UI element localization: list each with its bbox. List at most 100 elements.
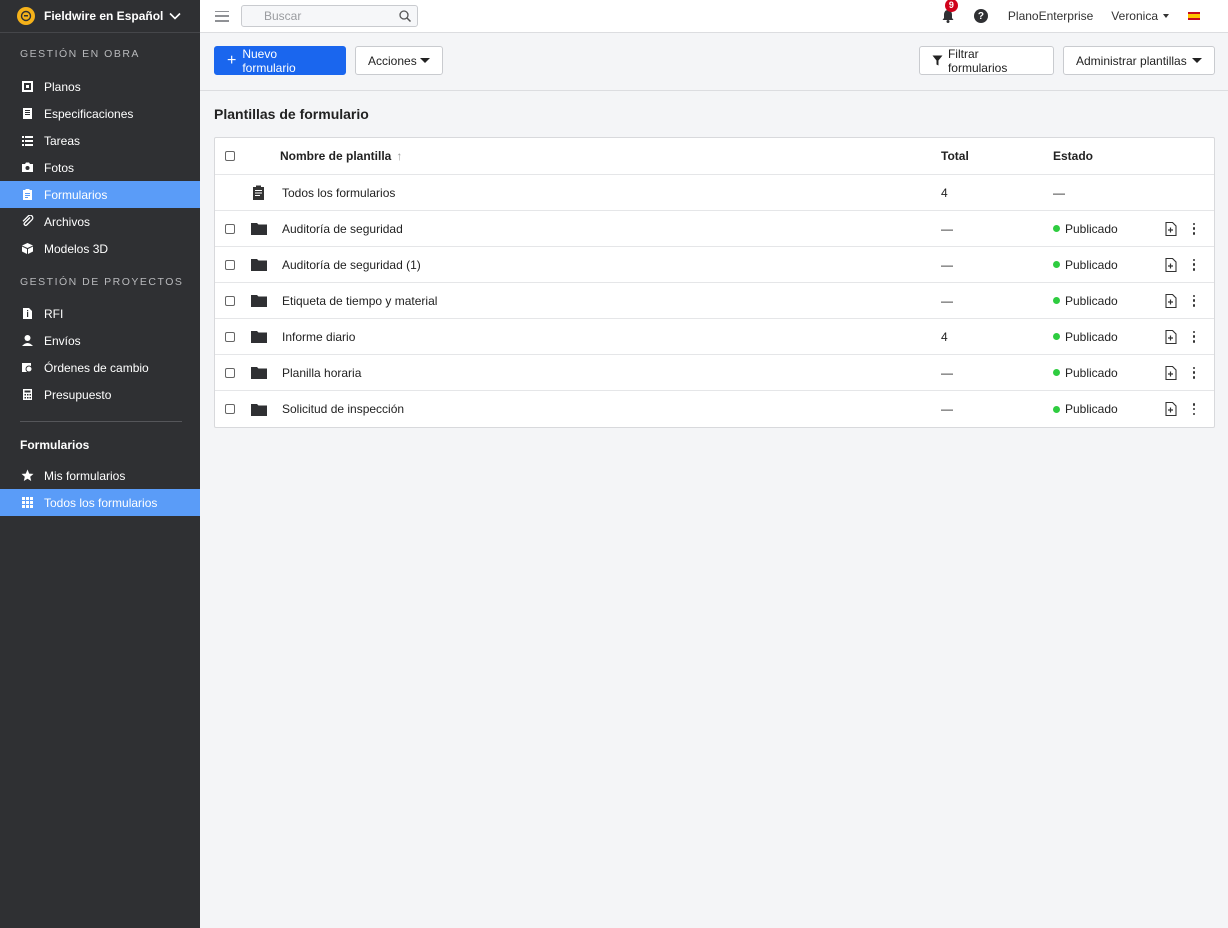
hamburger-menu-icon[interactable] [215, 10, 229, 22]
row-name: Todos los formularios [282, 185, 396, 200]
sidebar-item-rfi[interactable]: RFI [0, 300, 200, 327]
table-row[interactable]: Etiqueta de tiempo y material — Publicad… [215, 283, 1214, 319]
sidebar-item-formularios[interactable]: Formularios [0, 181, 200, 208]
search-icon[interactable] [398, 9, 412, 23]
row-checkbox[interactable] [225, 367, 235, 378]
row-status: Publicado [1053, 294, 1118, 308]
row-total: — [941, 365, 953, 380]
new-form-from-template-icon[interactable] [1165, 329, 1177, 344]
sidebar-item-especificaciones[interactable]: Especificaciones [0, 100, 200, 127]
folder-icon [251, 259, 267, 271]
row-name: Etiqueta de tiempo y material [282, 293, 438, 308]
sidebar-item-mis-formularios[interactable]: Mis formularios [0, 462, 200, 489]
tasks-icon [20, 134, 34, 148]
sidebar-item-label: RFI [44, 306, 64, 321]
help-icon[interactable]: ? [973, 9, 988, 23]
camera-icon [20, 161, 34, 175]
org-name[interactable]: PlanoEnterprise [1008, 9, 1093, 23]
specs-icon [20, 107, 34, 121]
notification-badge: 9 [944, 0, 958, 12]
table-row[interactable]: Informe diario 4 Publicado [215, 319, 1214, 355]
grid-icon [20, 496, 34, 510]
published-dot [1053, 405, 1060, 413]
row-checkbox[interactable] [225, 404, 235, 414]
more-options-icon[interactable] [1190, 366, 1198, 380]
user-menu[interactable]: Veronica [1111, 9, 1169, 23]
folder-icon [251, 295, 267, 307]
cube-icon [20, 242, 34, 256]
change-order-icon [20, 361, 34, 375]
more-options-icon[interactable] [1190, 402, 1198, 416]
row-checkbox[interactable] [225, 331, 235, 342]
folder-icon [251, 403, 267, 416]
project-selector[interactable]: Fieldwire en Español [0, 0, 200, 33]
table-row[interactable]: Planilla horaria — Publicado [215, 355, 1214, 391]
more-options-icon[interactable] [1190, 222, 1198, 236]
sidebar-item-presupuesto[interactable]: Presupuesto [0, 381, 200, 408]
user-name: Veronica [1111, 9, 1158, 23]
new-form-from-template-icon[interactable] [1165, 293, 1177, 308]
sidebar-item-planos[interactable]: Planos [0, 73, 200, 100]
select-all-checkbox[interactable] [225, 151, 235, 161]
forms-group-title: Formularios [20, 438, 90, 452]
table-header: Nombre de plantilla ↑ Total Estado [215, 138, 1214, 175]
search-box [241, 5, 418, 27]
row-status: — [1053, 185, 1065, 200]
row-checkbox[interactable] [225, 259, 235, 270]
new-form-from-template-icon[interactable] [1165, 221, 1177, 236]
sidebar: Fieldwire en Español GESTIÓN EN OBRA Pla… [0, 0, 200, 928]
row-status: Publicado [1053, 330, 1118, 344]
notifications-button[interactable]: 9 [940, 0, 958, 24]
fieldwire-logo-icon [17, 7, 35, 25]
spain-flag-icon[interactable] [1188, 12, 1200, 20]
chevron-down-icon[interactable] [168, 9, 182, 23]
filter-icon [932, 55, 943, 66]
folder-icon [251, 331, 267, 343]
sidebar-item-archivos[interactable]: Archivos [0, 208, 200, 235]
actions-dropdown[interactable]: Acciones [355, 46, 443, 75]
new-form-from-template-icon[interactable] [1165, 402, 1177, 416]
sidebar-item-label: Especificaciones [44, 106, 134, 121]
more-options-icon[interactable] [1190, 294, 1198, 308]
star-icon [20, 469, 34, 483]
row-total: 4 [941, 185, 948, 200]
paperclip-icon [20, 215, 34, 229]
sidebar-item-todos-formularios[interactable]: Todos los formularios [0, 489, 200, 516]
column-name-header[interactable]: Nombre de plantilla ↑ [280, 149, 402, 163]
manage-templates-dropdown[interactable]: Administrar plantillas [1063, 46, 1215, 75]
published-dot [1053, 333, 1060, 340]
more-options-icon[interactable] [1190, 330, 1198, 344]
new-form-from-template-icon[interactable] [1165, 257, 1177, 272]
sidebar-item-envios[interactable]: Envíos [0, 327, 200, 354]
published-dot [1053, 225, 1060, 232]
row-name: Auditoría de seguridad [282, 221, 403, 236]
published-dot [1053, 369, 1060, 376]
row-status: Publicado [1053, 366, 1118, 380]
new-form-button[interactable]: + Nuevo formulario [214, 46, 346, 75]
sidebar-item-ordenes-cambio[interactable]: Órdenes de cambio [0, 354, 200, 381]
new-form-from-template-icon[interactable] [1165, 365, 1177, 380]
row-total: — [941, 221, 953, 236]
templates-table: Nombre de plantilla ↑ Total Estado Todos … [214, 137, 1215, 428]
published-dot [1053, 297, 1060, 304]
sidebar-item-label: Tareas [44, 133, 81, 148]
sidebar-item-label: Archivos [44, 214, 91, 229]
sidebar-item-label: Mis formularios [44, 468, 126, 483]
sidebar-item-tareas[interactable]: Tareas [0, 127, 200, 154]
row-checkbox[interactable] [225, 223, 235, 234]
row-name: Solicitud de inspección [282, 402, 405, 416]
filter-forms-button[interactable]: Filtrar formularios [919, 46, 1054, 75]
sidebar-item-fotos[interactable]: Fotos [0, 154, 200, 181]
search-input[interactable] [242, 6, 382, 26]
section-gestion-obra: GESTIÓN EN OBRA [20, 48, 140, 60]
forms-icon [20, 188, 34, 202]
more-options-icon[interactable] [1190, 258, 1198, 272]
sidebar-item-modelos-3d[interactable]: Modelos 3D [0, 235, 200, 262]
table-row[interactable]: Solicitud de inspección — Publicado [215, 391, 1214, 427]
row-total: — [941, 293, 953, 308]
table-row[interactable]: Auditoría de seguridad (1) — Publicado [215, 247, 1214, 283]
table-row-all-forms[interactable]: Todos los formularios 4 — [215, 175, 1214, 211]
table-row[interactable]: Auditoría de seguridad — Publicado [215, 211, 1214, 247]
top-bar: 9 ? PlanoEnterprise Veronica [200, 0, 1228, 33]
row-checkbox[interactable] [225, 295, 235, 306]
